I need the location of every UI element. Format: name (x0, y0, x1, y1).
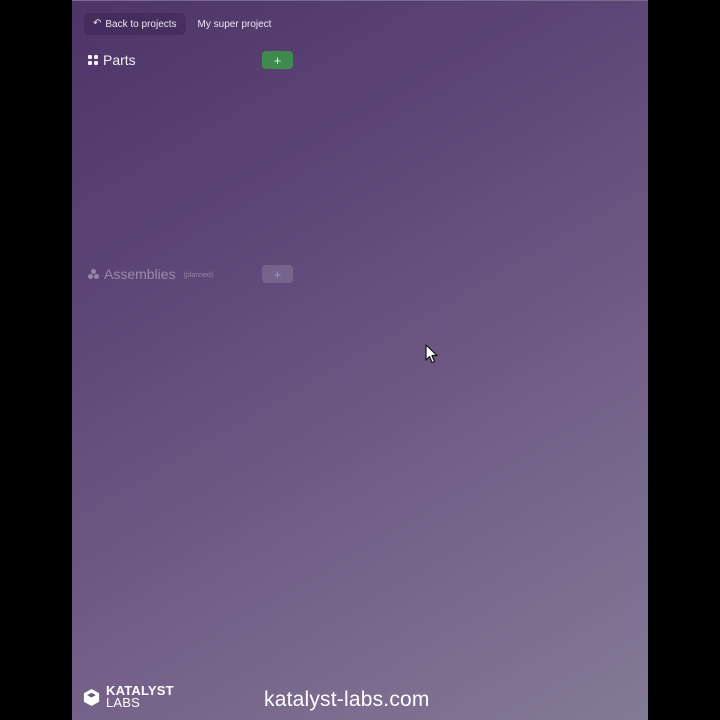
assembly-icon (88, 269, 99, 279)
website-caption: katalyst-labs.com (264, 688, 430, 711)
project-name[interactable]: My super project (190, 13, 280, 35)
assemblies-heading: Assemblies (planned) (88, 266, 262, 282)
assemblies-title: Assemblies (104, 266, 176, 282)
parts-title: Parts (103, 52, 136, 68)
back-to-projects-button[interactable]: ↶ Back to projects (84, 13, 186, 35)
brand-line-2: LABS (106, 695, 141, 710)
breadcrumb: ↶ Back to projects My super project (84, 13, 279, 35)
add-part-button[interactable]: + (262, 51, 293, 69)
katalyst-labs-logo: KATALYST LABS (82, 684, 174, 710)
app-window: ↶ Back to projects My super project Part… (72, 0, 648, 720)
assemblies-section: Assemblies (planned) + (88, 265, 293, 283)
video-frame: ↶ Back to projects My super project Part… (0, 0, 720, 720)
back-to-projects-label: Back to projects (105, 18, 177, 30)
assemblies-planned-label: (planned) (183, 272, 214, 279)
grid-icon (88, 55, 98, 65)
undo-arrow-icon: ↶ (93, 18, 102, 29)
add-assembly-button: + (262, 265, 293, 283)
parts-section: Parts + (88, 51, 293, 69)
mouse-cursor-icon (425, 344, 438, 364)
katalyst-logo-icon (83, 688, 100, 706)
parts-heading: Parts (88, 52, 262, 68)
